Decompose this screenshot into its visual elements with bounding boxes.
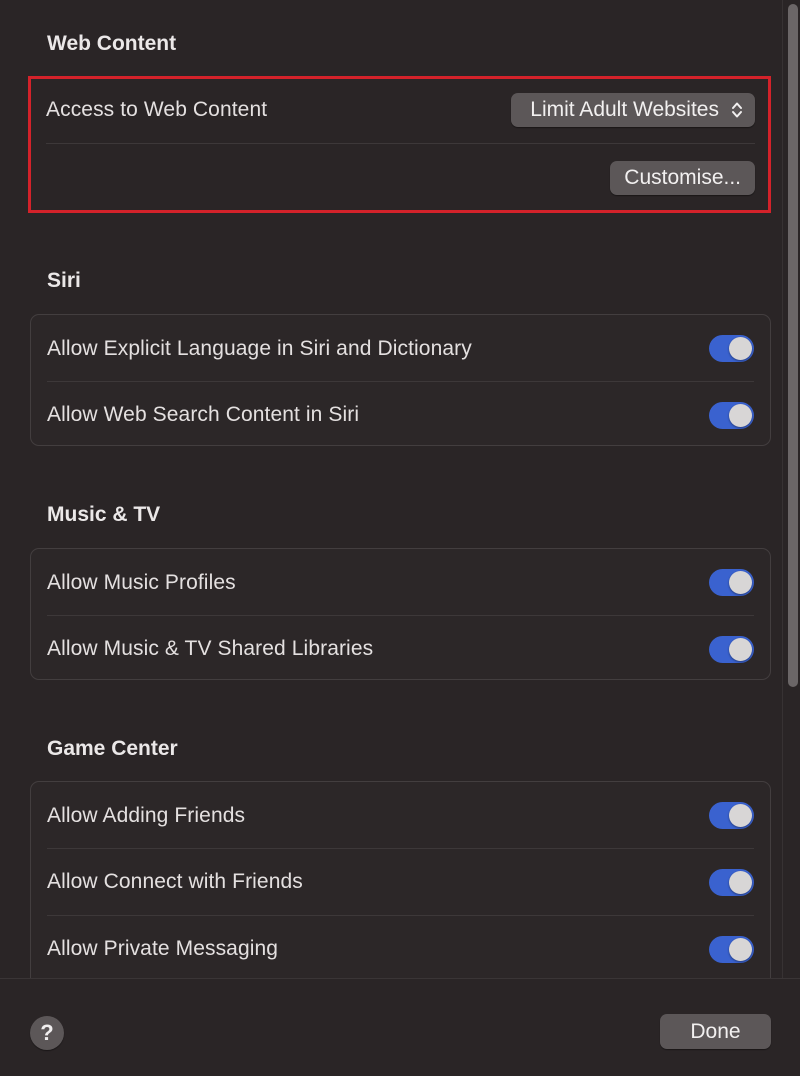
- toggle-knob: [729, 337, 752, 360]
- shared-libraries-toggle[interactable]: [709, 635, 754, 663]
- web-content-section-title: Web Content: [47, 32, 177, 55]
- music-tv-group: Allow Music Profiles Allow Music & TV Sh…: [30, 548, 771, 680]
- toggle-knob: [729, 571, 752, 594]
- game-row-connect-friends: Allow Connect with Friends: [47, 848, 754, 915]
- game-row-adding-friends: Allow Adding Friends: [47, 782, 754, 849]
- toggle-knob: [729, 804, 752, 827]
- scrollbar-thumb[interactable]: [788, 4, 798, 687]
- connect-friends-toggle[interactable]: [709, 868, 754, 896]
- settings-scroll-area: Web Content Access to Web Content Limit …: [0, 0, 800, 978]
- toggle-knob: [729, 937, 752, 961]
- siri-row-web-search: Allow Web Search Content in Siri: [47, 381, 754, 448]
- toggle-knob: [729, 637, 752, 661]
- toggle-knob: [729, 403, 752, 427]
- music-row-shared-libraries: Allow Music & TV Shared Libraries: [47, 615, 754, 682]
- music-row-label: Allow Music Profiles: [47, 570, 236, 594]
- siri-row-explicit-language: Allow Explicit Language in Siri and Dict…: [47, 315, 754, 382]
- game-center-group: Allow Adding Friends Allow Connect with …: [30, 781, 771, 978]
- music-tv-section-title: Music & TV: [47, 503, 161, 526]
- siri-group: Allow Explicit Language in Siri and Dict…: [30, 314, 771, 446]
- music-row-label: Allow Music & TV Shared Libraries: [47, 637, 374, 660]
- music-profiles-toggle[interactable]: [709, 569, 754, 596]
- highlight-box: [28, 76, 771, 213]
- game-row-label: Allow Connect with Friends: [47, 870, 303, 893]
- game-row-label: Allow Private Messaging: [47, 937, 279, 960]
- explicit-language-toggle[interactable]: [709, 335, 754, 362]
- private-messaging-toggle[interactable]: [709, 935, 754, 963]
- toggle-knob: [729, 870, 752, 894]
- game-center-section-title: Game Center: [47, 737, 178, 760]
- game-row-private-messaging: Allow Private Messaging: [47, 915, 754, 978]
- adding-friends-toggle[interactable]: [709, 802, 754, 829]
- siri-row-label: Allow Web Search Content in Siri: [47, 403, 360, 426]
- siri-row-label: Allow Explicit Language in Siri and Dict…: [47, 336, 472, 360]
- sheet-footer: ? Done: [0, 978, 800, 1076]
- game-row-label: Allow Adding Friends: [47, 803, 246, 827]
- music-row-profiles: Allow Music Profiles: [47, 549, 754, 616]
- help-button[interactable]: ?: [30, 1016, 64, 1050]
- siri-section-title: Siri: [47, 269, 81, 292]
- done-button[interactable]: Done: [660, 1014, 771, 1049]
- vertical-scrollbar[interactable]: [782, 0, 800, 978]
- web-search-content-toggle[interactable]: [709, 401, 754, 429]
